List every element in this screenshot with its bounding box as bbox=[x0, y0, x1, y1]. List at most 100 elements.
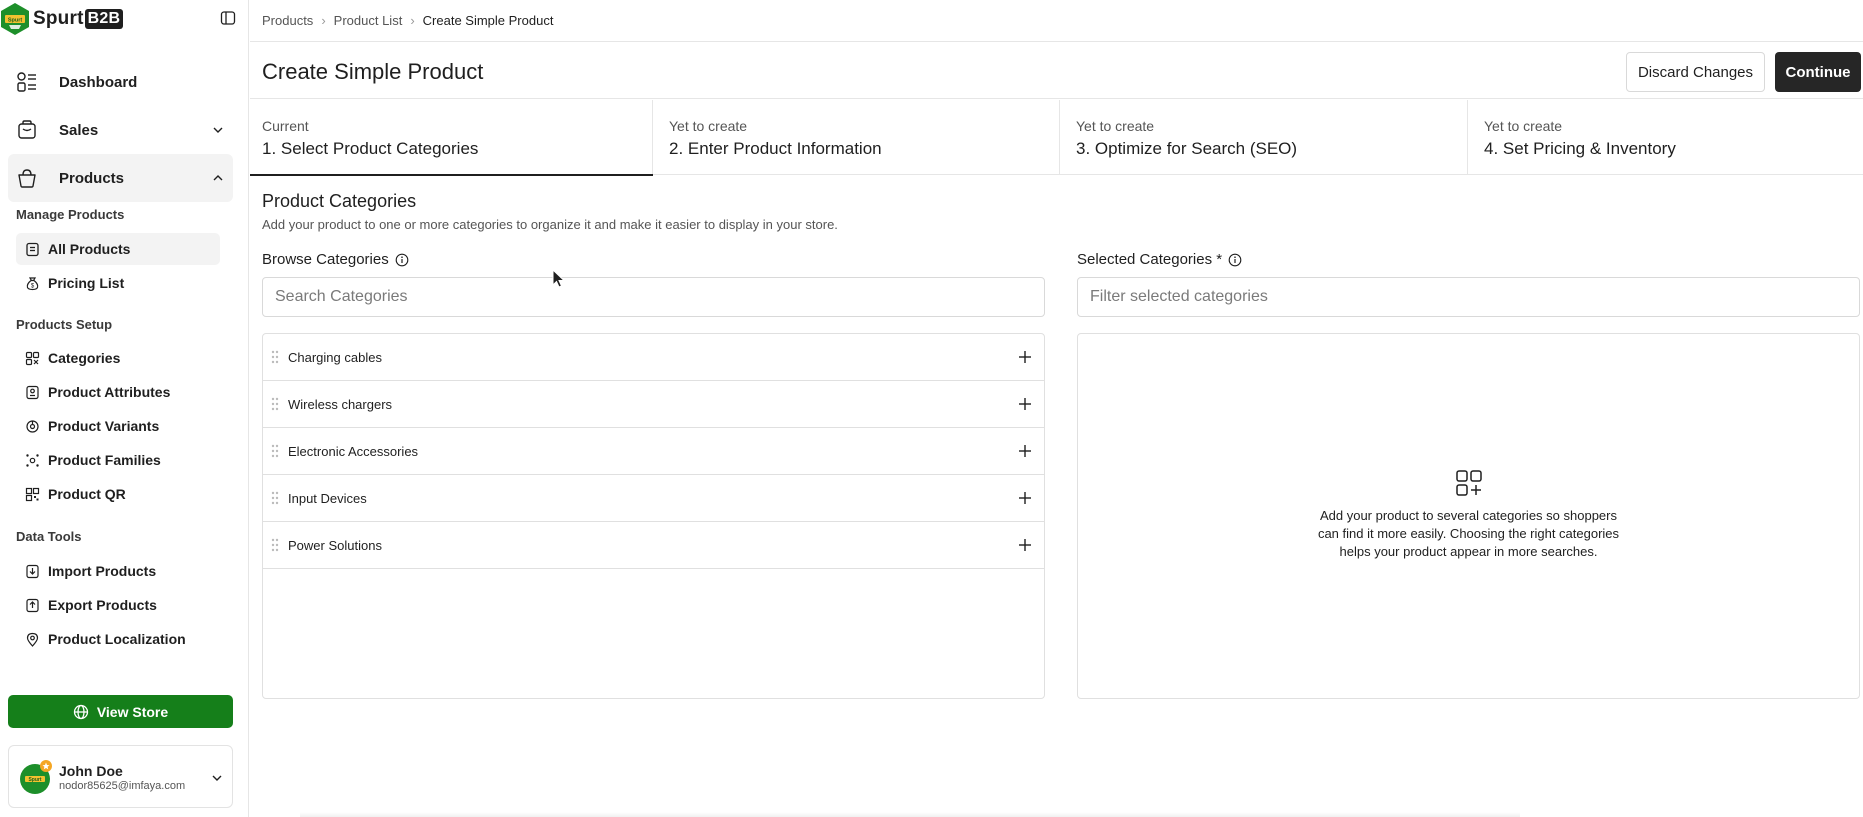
step-name: 4. Set Pricing & Inventory bbox=[1484, 139, 1676, 158]
category-row-charging-cables[interactable]: Charging cables bbox=[263, 334, 1044, 381]
svg-text:Spurt: Spurt bbox=[28, 777, 41, 783]
browse-categories-label-text: Browse Categories bbox=[262, 251, 389, 268]
nav-label: Sales bbox=[59, 121, 99, 139]
page-header: Create Simple Product Discard Changes Co… bbox=[250, 42, 1863, 99]
info-icon[interactable] bbox=[1228, 253, 1242, 267]
nav-item-dashboard[interactable]: Dashboard bbox=[8, 58, 233, 106]
category-name: Electronic Accessories bbox=[288, 443, 419, 459]
step-product-information[interactable]: Yet to create 2. Enter Product Informati… bbox=[653, 100, 1060, 175]
drag-handle-icon[interactable] bbox=[271, 350, 279, 364]
add-icon[interactable] bbox=[1018, 538, 1032, 552]
step-name: 2. Enter Product Information bbox=[669, 139, 882, 158]
nav-item-sales[interactable]: Sales bbox=[8, 106, 233, 154]
spurt-logo-icon: Spurt bbox=[1, 3, 29, 35]
sidebar-item-label: All Products bbox=[48, 241, 131, 257]
breadcrumb-products[interactable]: Products bbox=[262, 13, 313, 28]
sidebar-item-categories[interactable]: Categories bbox=[16, 342, 220, 374]
money-bag-icon: $ bbox=[24, 275, 40, 291]
chevron-down-icon bbox=[212, 775, 222, 781]
sidebar-item-label: Pricing List bbox=[48, 275, 125, 291]
browse-categories-list: Charging cables Wireless chargers Electr… bbox=[262, 333, 1045, 699]
section-label-manage-products: Manage Products bbox=[16, 207, 125, 222]
view-store-button[interactable]: View Store bbox=[8, 695, 233, 728]
breadcrumb-separator: › bbox=[410, 13, 415, 28]
sidebar-item-label: Product Localization bbox=[48, 631, 186, 647]
empty-state-text: Add your product to several categories s… bbox=[1317, 508, 1620, 559]
user-menu[interactable]: Spurt John Doe nodor85625@imfaya.com bbox=[8, 745, 233, 808]
sidebar-item-product-localization[interactable]: Product Localization bbox=[16, 623, 220, 655]
brand[interactable]: Spurt Spurt B2B bbox=[0, 2, 124, 36]
info-icon[interactable] bbox=[395, 253, 409, 267]
step-pricing-inventory[interactable]: Yet to create 4. Set Pricing & Inventory bbox=[1468, 100, 1863, 175]
add-icon[interactable] bbox=[1018, 350, 1032, 364]
step-select-categories[interactable]: Current 1. Select Product Categories bbox=[250, 100, 653, 176]
avatar: Spurt bbox=[20, 760, 52, 794]
main-nav: Dashboard Sales Products bbox=[8, 58, 233, 202]
attributes-icon bbox=[24, 384, 40, 400]
nav-item-products[interactable]: Products bbox=[8, 154, 233, 202]
sidebar-item-label: Categories bbox=[48, 350, 121, 366]
category-row-input-devices[interactable]: Input Devices bbox=[263, 475, 1044, 522]
drag-handle-icon[interactable] bbox=[271, 491, 279, 505]
breadcrumb-separator: › bbox=[321, 13, 326, 28]
families-icon bbox=[24, 452, 40, 468]
drag-handle-icon[interactable] bbox=[271, 538, 279, 552]
category-name: Charging cables bbox=[288, 349, 382, 365]
search-categories-input[interactable] bbox=[262, 277, 1045, 317]
sidebar-item-product-attributes[interactable]: Product Attributes bbox=[16, 376, 220, 408]
add-category-icon bbox=[1456, 470, 1482, 496]
breadcrumb-current: Create Simple Product bbox=[422, 13, 554, 28]
sidebar-item-pricing-list[interactable]: $ Pricing List bbox=[16, 267, 220, 299]
section-description: Add your product to one or more categori… bbox=[262, 217, 838, 232]
section-label-products-setup: Products Setup bbox=[16, 317, 113, 332]
drag-handle-icon[interactable] bbox=[271, 397, 279, 411]
chevron-down-icon bbox=[213, 127, 223, 133]
basket-icon bbox=[15, 166, 39, 190]
location-pin-icon bbox=[24, 631, 40, 647]
sidebar-item-product-families[interactable]: Product Families bbox=[16, 444, 220, 476]
category-row-power-solutions[interactable]: Power Solutions bbox=[263, 522, 1044, 569]
section-label-data-tools: Data Tools bbox=[16, 529, 82, 544]
svg-text:Spurt: Spurt bbox=[8, 18, 23, 24]
sidebar-toggle-icon[interactable] bbox=[220, 10, 236, 26]
add-icon[interactable] bbox=[1018, 397, 1032, 411]
page-title: Create Simple Product bbox=[262, 59, 484, 84]
svg-text:$: $ bbox=[30, 283, 34, 289]
sidebar-item-label: Product Families bbox=[48, 452, 161, 468]
qr-code-icon bbox=[24, 486, 40, 502]
step-tabs: Current 1. Select Product Categories Yet… bbox=[250, 100, 1863, 176]
sidebar-item-label: Import Products bbox=[48, 563, 157, 579]
filter-selected-categories-input[interactable] bbox=[1077, 277, 1860, 317]
step-name: 3. Optimize for Search (SEO) bbox=[1076, 139, 1298, 158]
step-status: Yet to create bbox=[669, 118, 748, 134]
bottom-shadow bbox=[300, 812, 1520, 817]
breadcrumb-product-list[interactable]: Product List bbox=[334, 13, 403, 28]
category-row-wireless-chargers[interactable]: Wireless chargers bbox=[263, 381, 1044, 428]
sidebar-item-label: Export Products bbox=[48, 597, 157, 613]
drag-handle-icon[interactable] bbox=[271, 444, 279, 458]
category-row-electronic-accessories[interactable]: Electronic Accessories bbox=[263, 428, 1044, 475]
dashboard-icon bbox=[15, 70, 39, 94]
selected-categories-panel: Add your product to several categories s… bbox=[1077, 333, 1860, 699]
selected-categories-label-text: Selected Categories * bbox=[1077, 251, 1223, 268]
add-icon[interactable] bbox=[1018, 444, 1032, 458]
discard-changes-button[interactable]: Discard Changes bbox=[1626, 52, 1765, 92]
sidebar-item-export-products[interactable]: Export Products bbox=[16, 589, 220, 621]
step-status: Current bbox=[262, 118, 309, 134]
globe-icon bbox=[73, 704, 88, 719]
sidebar-item-import-products[interactable]: Import Products bbox=[16, 555, 220, 587]
nav-label: Products bbox=[59, 169, 125, 187]
variants-icon bbox=[24, 418, 40, 434]
sidebar-item-label: Product QR bbox=[48, 486, 126, 502]
step-status: Yet to create bbox=[1484, 118, 1563, 134]
step-seo[interactable]: Yet to create 3. Optimize for Search (SE… bbox=[1060, 100, 1468, 175]
sidebar-item-label: Product Variants bbox=[48, 418, 160, 434]
sidebar-item-all-products[interactable]: All Products bbox=[16, 233, 220, 265]
continue-button[interactable]: Continue bbox=[1775, 52, 1861, 92]
sidebar-item-product-qr[interactable]: Product QR bbox=[16, 478, 220, 510]
export-icon bbox=[24, 597, 40, 613]
view-store-label: View Store bbox=[96, 703, 169, 720]
sidebar-item-product-variants[interactable]: Product Variants bbox=[16, 410, 220, 442]
add-icon[interactable] bbox=[1018, 491, 1032, 505]
mouse-cursor-icon bbox=[552, 269, 566, 288]
